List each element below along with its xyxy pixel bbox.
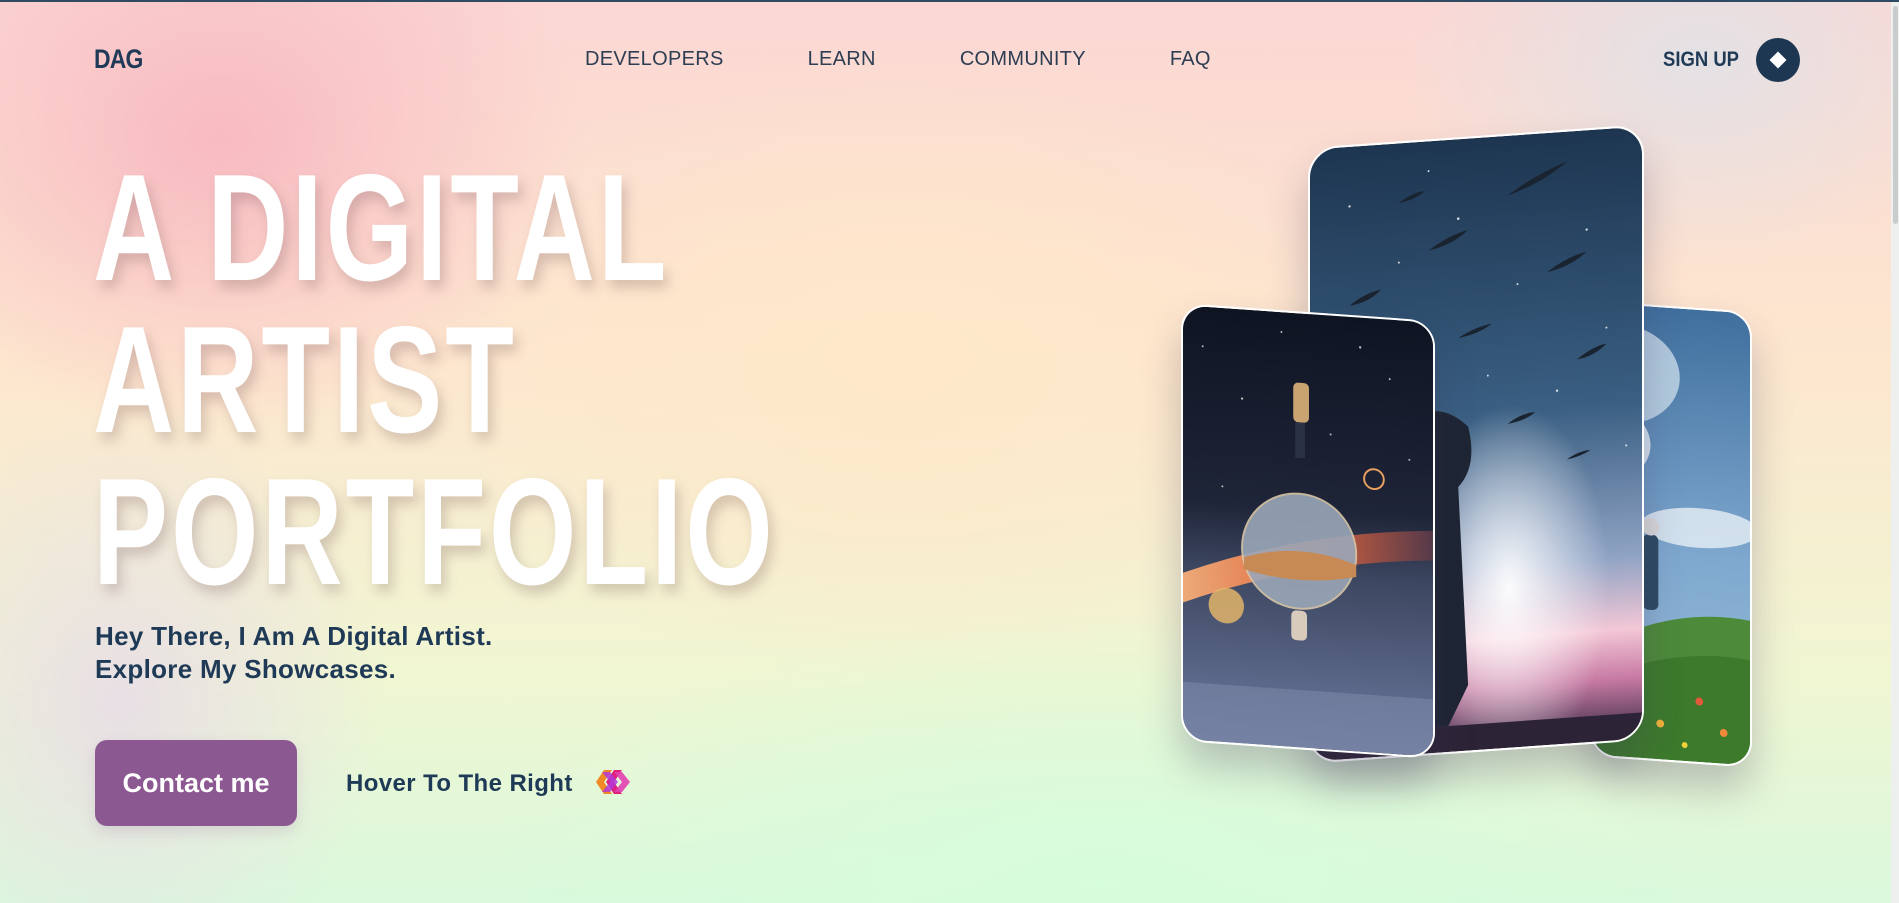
nav-link-community[interactable]: COMMUNITY bbox=[960, 48, 1086, 71]
nav-link-learn[interactable]: LEARN bbox=[808, 48, 876, 71]
artwork-card-reflection-sphere[interactable] bbox=[1181, 303, 1435, 759]
hero-title-line-2: ARTIST bbox=[93, 295, 517, 465]
diamond-icon bbox=[1769, 51, 1787, 69]
hero-title-line-1: A DIGITAL bbox=[93, 143, 670, 313]
hero-title: A DIGITAL ARTIST PORTFOLIO bbox=[93, 143, 776, 617]
nav-link-developers[interactable]: DEVELOPERS bbox=[585, 48, 724, 71]
hero-subtitle-line-2: Explore My Showcases. bbox=[95, 654, 397, 684]
nav-links: DEVELOPERS LEARN COMMUNITY FAQ bbox=[585, 48, 1211, 71]
scrollbar-thumb[interactable] bbox=[1893, 6, 1898, 224]
nav-link-faq[interactable]: FAQ bbox=[1170, 48, 1211, 71]
artwork-reflection-sphere-image bbox=[1183, 305, 1433, 757]
contact-button[interactable]: Contact me bbox=[95, 740, 297, 826]
hover-right-label[interactable]: Hover To The Right bbox=[346, 770, 573, 798]
signup-button[interactable] bbox=[1756, 38, 1800, 82]
site-logo[interactable]: DAG bbox=[94, 44, 143, 75]
vertical-scrollbar[interactable] bbox=[1891, 2, 1899, 903]
hero-subtitle: Hey There, I Am A Digital Artist. Explor… bbox=[95, 620, 493, 686]
signup-link[interactable]: SIGN UP bbox=[1663, 48, 1739, 72]
hero-title-line-3: PORTFOLIO bbox=[93, 447, 776, 617]
hero-subtitle-line-1: Hey There, I Am A Digital Artist. bbox=[95, 621, 493, 651]
top-nav: DAG DEVELOPERS LEARN COMMUNITY FAQ SIGN … bbox=[0, 0, 1899, 120]
double-arrow-right-icon[interactable] bbox=[594, 766, 638, 798]
